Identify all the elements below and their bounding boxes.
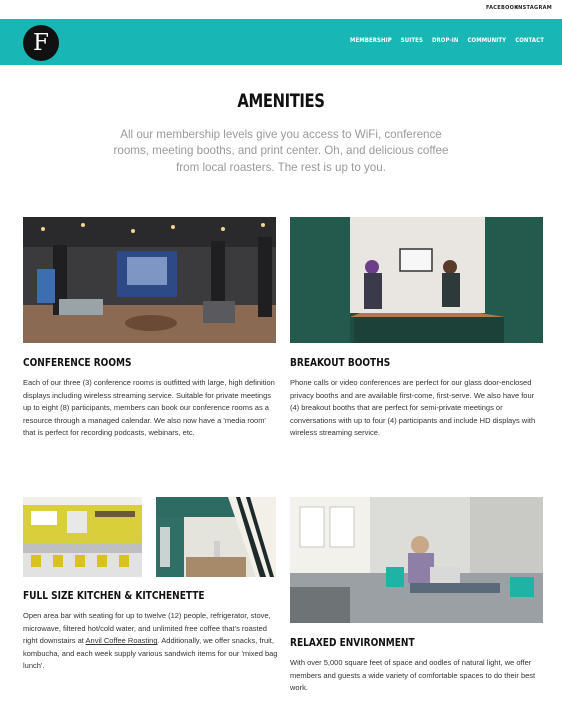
conference-room-photo — [23, 217, 276, 343]
kitchen-heading: FULL SIZE KITCHEN & KITCHENETTE — [23, 589, 205, 602]
site-header: F MEMBERSHIP SUITES DROP-IN COMMUNITY CO… — [0, 19, 562, 65]
main-nav: MEMBERSHIP SUITES DROP-IN COMMUNITY CONT… — [350, 37, 544, 44]
nav-community[interactable]: COMMUNITY — [467, 37, 506, 44]
conference-rooms-text: Each of our three (3) conference rooms i… — [23, 378, 275, 438]
breakout-booths-heading: BREAKOUT BOOTHS — [290, 356, 391, 369]
relaxed-environment-text: With over 5,000 square feet of space and… — [290, 658, 536, 693]
kitchenette-photo — [156, 497, 276, 577]
kitchen-photo — [23, 497, 142, 577]
intro-text: All our membership levels give you acces… — [113, 128, 449, 174]
anvil-coffee-link[interactable]: Anvil Coffee Roasting — [86, 636, 158, 645]
conference-rooms-heading: CONFERENCE ROOMS — [23, 356, 132, 369]
kitchen-text: Open area bar with seating for up to twe… — [23, 610, 278, 673]
relaxed-environment-heading: RELAXED ENVIRONMENT — [290, 636, 415, 649]
nav-suites[interactable]: SUITES — [401, 37, 423, 44]
nav-contact[interactable]: CONTACT — [515, 37, 544, 44]
logo[interactable]: F — [23, 25, 59, 61]
instagram-link[interactable]: INSTAGRAM — [516, 5, 552, 11]
relaxed-environment-photo — [290, 497, 543, 623]
breakout-booth-photo — [290, 217, 543, 343]
nav-membership[interactable]: MEMBERSHIP — [350, 37, 392, 44]
facebook-link[interactable]: FACEBOOK — [486, 5, 518, 11]
page-title: AMENITIES — [237, 90, 325, 112]
logo-letter: F — [33, 29, 49, 56]
top-bar: FACEBOOK INSTAGRAM — [0, 0, 562, 19]
breakout-booths-text: Phone calls or video conferences are per… — [290, 378, 536, 438]
nav-drop-in[interactable]: DROP-IN — [432, 37, 459, 44]
